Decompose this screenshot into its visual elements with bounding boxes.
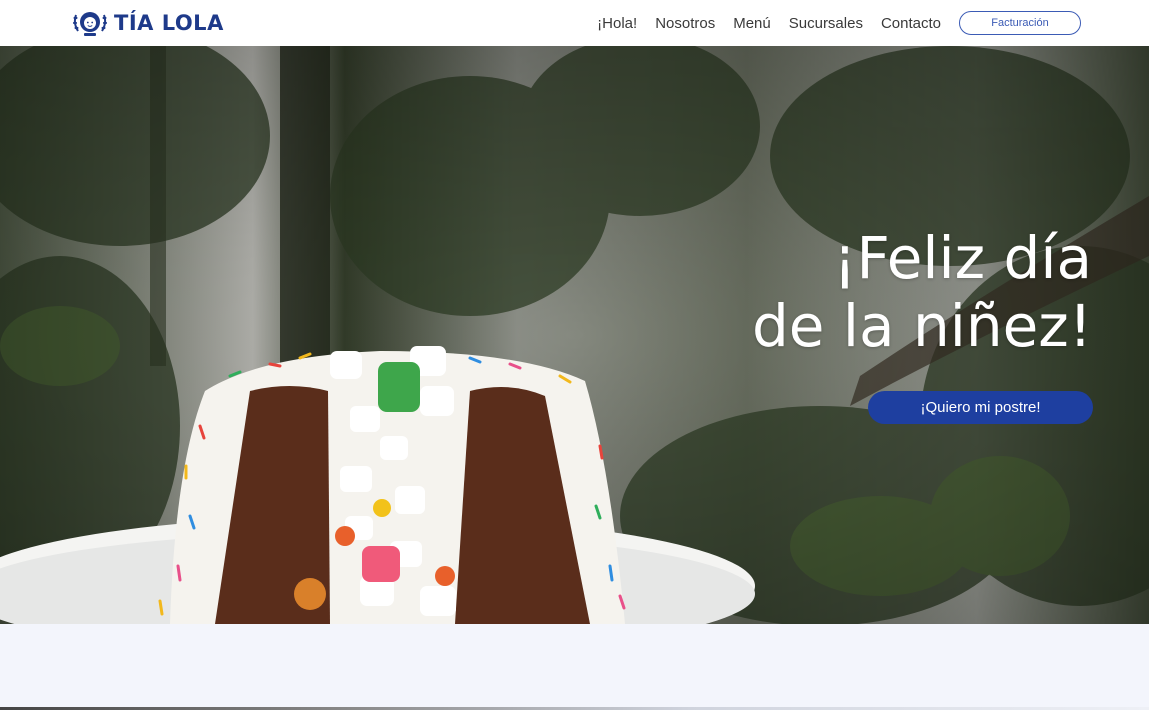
hero-title: ¡Feliz día de la niñez! bbox=[612, 224, 1092, 360]
nav-item-menu[interactable]: Menú bbox=[733, 15, 771, 32]
nav-item-sucursales[interactable]: Sucursales bbox=[789, 15, 863, 32]
content-section bbox=[0, 624, 1149, 710]
nav-item-nosotros[interactable]: Nosotros bbox=[655, 15, 715, 32]
main-nav: ¡Hola! Nosotros Menú Sucursales Contacto… bbox=[597, 0, 1081, 46]
brand-name: TÍA LOLA bbox=[114, 11, 224, 35]
brand-logo[interactable]: TÍA LOLA bbox=[72, 8, 224, 38]
tia-lola-emblem-icon bbox=[73, 12, 107, 36]
hero-title-line-1: ¡Feliz día bbox=[833, 224, 1092, 292]
site-header: TÍA LOLA ¡Hola! Nosotros Menú Sucursales… bbox=[0, 0, 1149, 46]
hero-section: ¡Feliz día de la niñez! ¡Quiero mi postr… bbox=[0, 46, 1149, 624]
billing-button[interactable]: Facturación bbox=[959, 11, 1081, 35]
hero-title-line-2: de la niñez! bbox=[751, 292, 1092, 360]
nav-item-hola[interactable]: ¡Hola! bbox=[597, 15, 637, 32]
order-dessert-button[interactable]: ¡Quiero mi postre! bbox=[868, 391, 1093, 424]
page: TÍA LOLA ¡Hola! Nosotros Menú Sucursales… bbox=[0, 0, 1149, 710]
nav-item-contacto[interactable]: Contacto bbox=[881, 15, 941, 32]
